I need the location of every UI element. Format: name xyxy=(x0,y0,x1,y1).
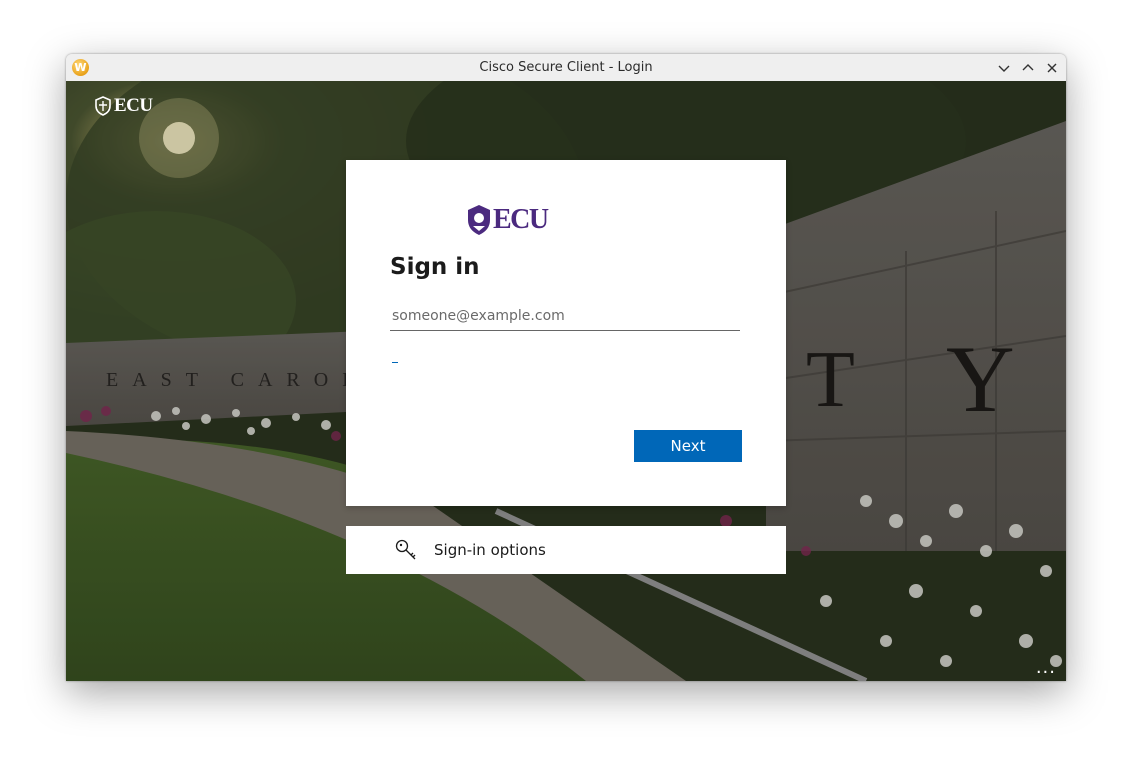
link-underline[interactable] xyxy=(392,356,398,363)
email-field[interactable] xyxy=(390,301,740,331)
close-button[interactable] xyxy=(1042,58,1062,78)
signin-heading: Sign in xyxy=(390,254,480,280)
signin-options-label: Sign-in options xyxy=(434,541,546,559)
next-button[interactable]: Next xyxy=(634,430,742,462)
pirate-shield-logo-icon xyxy=(468,205,490,235)
top-logo-text: ECU xyxy=(114,95,153,116)
top-ecu-logo: ECU xyxy=(94,95,153,117)
chevron-down-icon xyxy=(998,65,1010,72)
shield-logo-icon xyxy=(95,96,111,116)
signin-card: ECU Sign in Next xyxy=(346,160,786,506)
title-bar[interactable]: W Cisco Secure Client - Login xyxy=(66,54,1066,82)
chevron-up-icon xyxy=(1022,64,1034,71)
app-window: W Cisco Secure Client - Login T Y EAST C… xyxy=(66,54,1066,681)
minimize-button[interactable] xyxy=(994,58,1014,78)
key-icon xyxy=(395,539,416,560)
close-icon xyxy=(1047,63,1057,73)
card-logo-text: ECU xyxy=(493,204,549,235)
maximize-button[interactable] xyxy=(1018,58,1038,78)
card-ecu-logo: ECU xyxy=(466,204,549,236)
more-options-button[interactable]: ... xyxy=(1036,659,1056,677)
window-title: Cisco Secure Client - Login xyxy=(479,60,653,75)
login-page: T Y EAST CAROLIN ECU ECU Sign in someone… xyxy=(66,81,1066,681)
signin-options-button[interactable]: Sign-in options xyxy=(346,526,786,574)
